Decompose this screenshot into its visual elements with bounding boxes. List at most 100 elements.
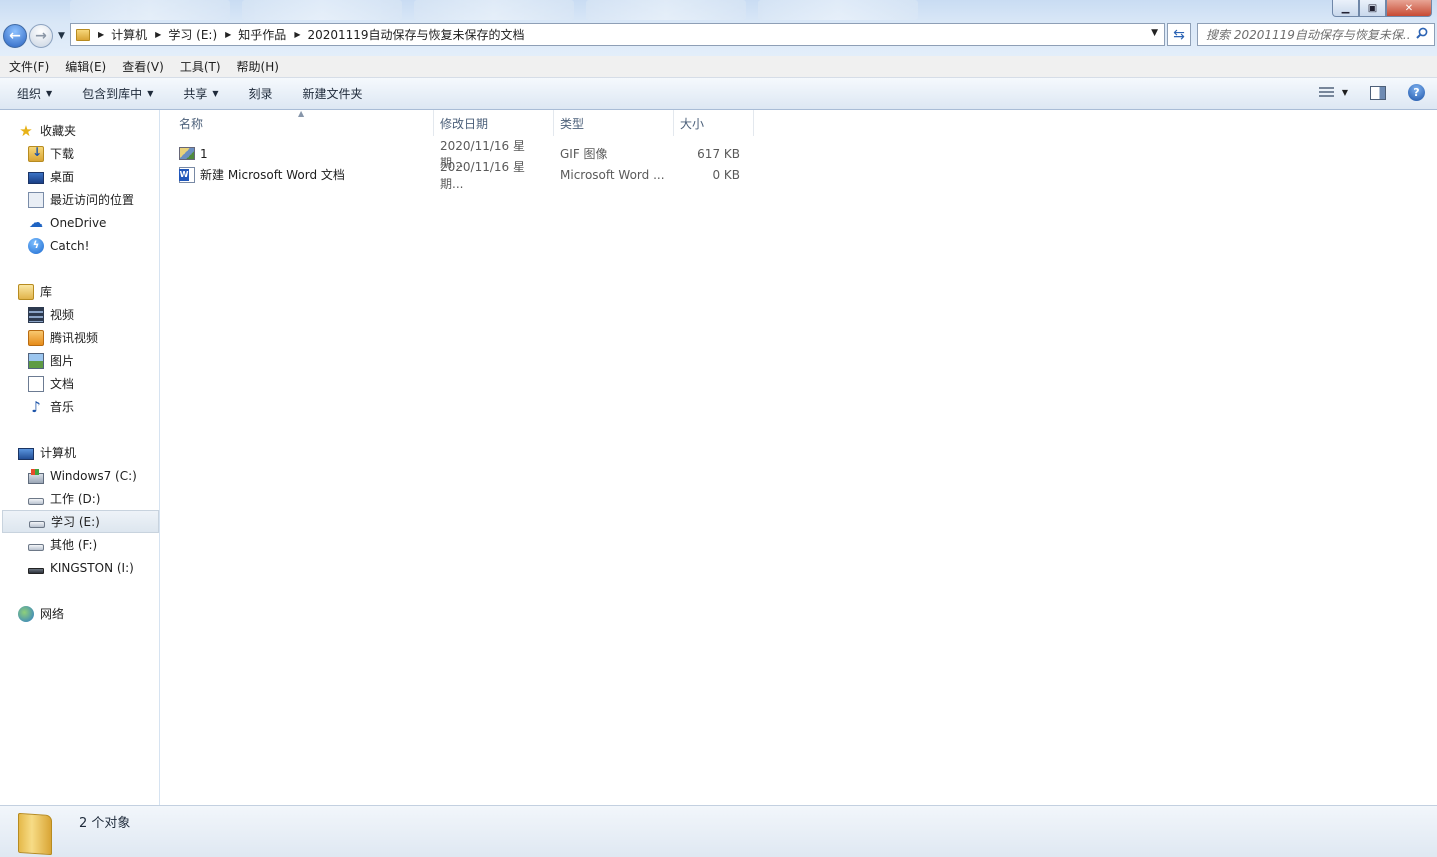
breadcrumb-drive-e[interactable]: 学习 (E:) ▶ [168,26,238,43]
libraries-group: 库 视频 腾讯视频 图片 文档 ♪ 音乐 [0,280,160,418]
nav-videos[interactable]: 视频 [0,303,160,326]
background-tab [586,0,746,20]
nav-drive-c[interactable]: Windows7 (C:) [0,464,160,487]
new-folder-button[interactable]: 新建文件夹 [303,85,363,102]
address-history-chevron-down-icon[interactable]: ▼ [1151,28,1158,38]
refresh-icon: ⇆ [1173,26,1185,43]
details-pane: 2 个对象 [0,805,1437,857]
change-view-button[interactable]: ▼ [1318,86,1348,99]
chevron-down-icon: ▼ [147,89,154,98]
nav-favorites[interactable]: ★ 收藏夹 [0,119,160,142]
background-tab [414,0,574,20]
nav-computer[interactable]: 计算机 [0,441,160,464]
nav-recent-places[interactable]: 最近访问的位置 [0,188,160,211]
file-size-cell: 0 KB [712,167,740,182]
command-bar-right: ▼ ? [1318,84,1425,101]
file-name-cell: 1 [173,147,428,161]
back-button[interactable]: ← [3,24,27,48]
refresh-button[interactable]: ⇆ [1167,23,1191,46]
menu-tools[interactable]: 工具(T) [180,58,221,75]
address-bar[interactable]: ▶ 计算机 ▶ 学习 (E:) ▶ 知乎作品 ▶ 20201119自动保存与恢复未保存… [70,23,1165,46]
history-navigation: ← → ▼ [2,22,68,50]
network-group: 网络 [0,602,160,625]
file-type-cell: GIF 图像 [560,147,608,161]
nav-onedrive[interactable]: ☁ OneDrive [0,211,160,234]
computer-group: 计算机 Windows7 (C:) 工作 (D:) 学习 (E:) 其他 (F:… [0,441,160,579]
menu-view[interactable]: 查看(V) [122,58,164,75]
menu-file[interactable]: 文件(F) [9,58,49,75]
nav-catch[interactable]: ϟ Catch! [0,234,160,257]
nav-documents[interactable]: 文档 [0,372,160,395]
nav-drive-i[interactable]: KINGSTON (I:) [0,556,160,579]
folder-icon [76,28,90,41]
search-input[interactable] [1206,27,1411,42]
sort-ascending-icon: ▲ [298,109,305,118]
chevron-right-icon: ▶ [225,30,232,39]
column-headers: 名称 ▲ 修改日期 类型 大小 [161,109,754,136]
nav-tencent-video[interactable]: 腾讯视频 [0,326,160,349]
breadcrumb-separator[interactable]: ▶ [90,30,111,39]
forward-button[interactable]: → [29,24,53,48]
pictures-library-icon [28,352,44,369]
chevron-down-icon: ▼ [1341,88,1348,97]
nav-music[interactable]: ♪ 音乐 [0,395,160,418]
breadcrumb-computer[interactable]: 计算机 ▶ [111,26,168,43]
object-count: 2 个对象 [79,816,131,831]
nav-network[interactable]: 网络 [0,602,160,625]
file-row[interactable]: 新建 Microsoft Word 文档 2020/11/16 星期... Mi… [173,160,748,191]
maximize-button[interactable]: ▣ [1359,0,1386,17]
hard-drive-icon [28,498,44,505]
catch-bolt-icon: ϟ [28,237,44,254]
view-details-icon [1318,86,1334,99]
minimize-button[interactable]: ▁ [1332,0,1359,17]
column-header-size[interactable]: 大小 [674,110,754,136]
column-header-date[interactable]: 修改日期 [434,110,554,136]
menu-edit[interactable]: 编辑(E) [65,58,106,75]
music-note-icon: ♪ [31,397,41,416]
chevron-down-icon: ▼ [46,89,53,98]
preview-pane-icon[interactable] [1370,85,1386,100]
nav-pictures[interactable]: 图片 [0,349,160,372]
chevron-right-icon: ▶ [155,30,162,39]
folder-icon [18,812,52,856]
breadcrumb-current-folder[interactable]: 20201119自动保存与恢复未保存的文档 [307,26,524,43]
menu-bar: 文件(F) 编辑(E) 查看(V) 工具(T) 帮助(H) [0,56,1437,78]
nav-libraries[interactable]: 库 [0,280,160,303]
nav-desktop[interactable]: 桌面 [0,165,160,188]
library-icon [18,283,34,300]
arrow-left-icon: ← [9,28,21,44]
background-tab [758,0,918,20]
tencent-video-icon [28,329,44,346]
file-list: 名称 ▲ 修改日期 类型 大小 1 2020/11/16 星期... GIF 图像… [161,109,1437,805]
background-tab [242,0,402,20]
chevron-right-icon: ▶ [294,30,301,39]
recent-pages-chevron-down-icon[interactable]: ▼ [58,31,65,41]
documents-library-icon [28,375,44,392]
help-icon[interactable]: ? [1408,84,1425,101]
close-button[interactable]: ✕ [1386,0,1432,17]
include-in-library-button[interactable]: 包含到库中 ▼ [82,85,153,102]
nav-drive-f[interactable]: 其他 (F:) [0,533,160,556]
organize-button[interactable]: 组织 ▼ [17,85,52,102]
burn-button[interactable]: 刻录 [249,85,273,102]
command-bar: 组织 ▼ 包含到库中 ▼ 共享 ▼ 刻录 新建文件夹 ▼ ? [0,78,1437,110]
search-icon[interactable] [1416,27,1428,39]
share-button[interactable]: 共享 ▼ [183,85,218,102]
recent-places-icon [28,191,44,208]
file-date-cell: 2020/11/16 星期... [440,159,525,191]
nav-drive-d[interactable]: 工作 (D:) [0,487,160,510]
gif-image-icon [179,147,195,160]
hard-drive-icon [29,521,45,528]
menu-help[interactable]: 帮助(H) [237,58,279,75]
search-box[interactable] [1197,23,1435,46]
breadcrumb-zhihu-works[interactable]: 知乎作品 ▶ [238,26,307,43]
computer-icon [18,447,34,460]
column-header-type[interactable]: 类型 [554,110,674,136]
favorites-group: ★收藏夹 下载 桌面 最近访问的位置 ☁OneDrive ϟCatch! [0,119,160,257]
nav-downloads[interactable]: 下载 [0,142,160,165]
column-header-name[interactable]: 名称 ▲ [161,109,434,136]
nav-drive-e[interactable]: 学习 (E:) [2,510,159,533]
downloads-folder-icon [28,145,44,162]
background-tab [70,0,230,20]
star-icon: ★ [19,121,33,140]
